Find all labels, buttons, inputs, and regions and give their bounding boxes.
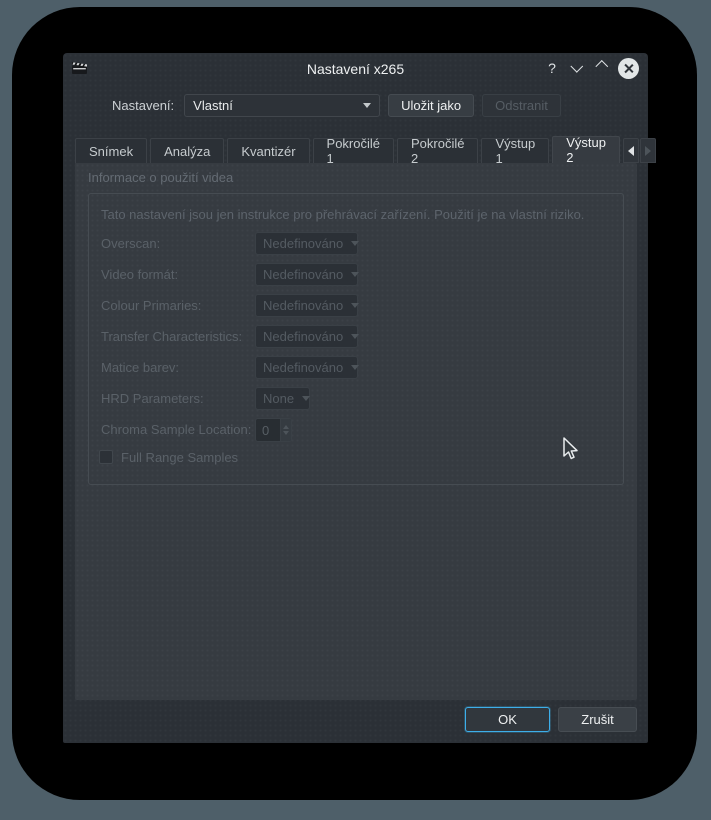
mouse-cursor — [563, 437, 578, 460]
desktop-background: Nastavení x265 ? Nastavení: Vlastní Ulož… — [0, 0, 711, 820]
usage-note-text: Tato nastavení jsou jen instrukce pro př… — [101, 207, 585, 222]
spin-up-icon — [282, 425, 289, 429]
ok-button[interactable]: OK — [465, 707, 550, 732]
preset-select-value: Vlastní — [193, 97, 233, 113]
close-icon — [624, 64, 633, 73]
tab-bar: Snímek Analýza Kvantizér Pokročilé 1 Pok… — [75, 135, 656, 166]
chevron-down-icon — [351, 272, 360, 277]
colour-primaries-select: Nedefinováno — [255, 294, 360, 317]
help-button[interactable]: ? — [543, 59, 561, 77]
overscan-select: Nedefinováno — [255, 232, 360, 255]
transfer-characteristics-select: Nedefinováno — [255, 325, 360, 348]
chevron-down-icon — [363, 102, 372, 108]
chevron-down-icon — [351, 334, 360, 339]
tab-pokrocile-1[interactable]: Pokročilé 1 — [312, 136, 394, 166]
chroma-sample-location-spinner: 0 — [255, 418, 292, 442]
tab-vystup-2[interactable]: Výstup 2 — [552, 135, 620, 165]
chevron-down-icon — [351, 303, 360, 308]
video-format-select: Nedefinováno — [255, 263, 360, 286]
maximize-button[interactable] — [593, 59, 611, 77]
tab-snimek[interactable]: Snímek — [75, 138, 148, 163]
tab-vystup-1[interactable]: Výstup 1 — [481, 136, 550, 166]
spinner-buttons — [279, 419, 291, 441]
triangle-right-icon — [644, 145, 651, 156]
preset-label: Nastavení: — [112, 97, 175, 113]
cancel-button[interactable]: Zrušit — [558, 707, 637, 732]
groupbox-title: Informace o použití videa — [88, 170, 234, 185]
tab-pokrocile-2[interactable]: Pokročilé 2 — [397, 136, 479, 166]
tab-scroll-right-button — [639, 138, 656, 163]
chevron-up-icon — [594, 59, 608, 73]
colour-matrix-select: Nedefinováno — [255, 356, 360, 379]
close-button[interactable] — [618, 57, 639, 79]
chevron-down-icon — [351, 365, 360, 370]
x265-settings-dialog: Nastavení x265 ? Nastavení: Vlastní Ulož… — [63, 53, 656, 743]
triangle-left-icon — [627, 145, 634, 156]
hrd-parameters-select: None — [255, 387, 311, 410]
tab-analyza[interactable]: Analýza — [150, 138, 225, 163]
spin-down-icon — [282, 431, 289, 435]
chevron-down-icon — [302, 396, 311, 401]
shade-button[interactable] — [568, 59, 586, 77]
remove-preset-button: Odstranit — [482, 93, 561, 117]
titlebar[interactable]: Nastavení x265 ? — [63, 53, 648, 83]
preset-row: Nastavení: Vlastní Uložit jako Odstranit — [63, 93, 648, 117]
full-range-samples-checkbox — [99, 450, 113, 464]
chevron-down-icon — [351, 241, 360, 246]
preset-select[interactable]: Vlastní — [184, 93, 381, 117]
chevron-down-icon — [569, 59, 583, 73]
tab-pane-vystup-2: Informace o použití videa Tato nastavení… — [75, 163, 637, 700]
tab-kvantizer[interactable]: Kvantizér — [227, 138, 310, 163]
save-as-button[interactable]: Uložit jako — [388, 93, 475, 117]
dialog-footer: OK Zrušit — [465, 707, 637, 732]
tab-scroll-left-button[interactable] — [622, 138, 639, 163]
full-range-samples-row: Full Range Samples — [99, 449, 238, 465]
